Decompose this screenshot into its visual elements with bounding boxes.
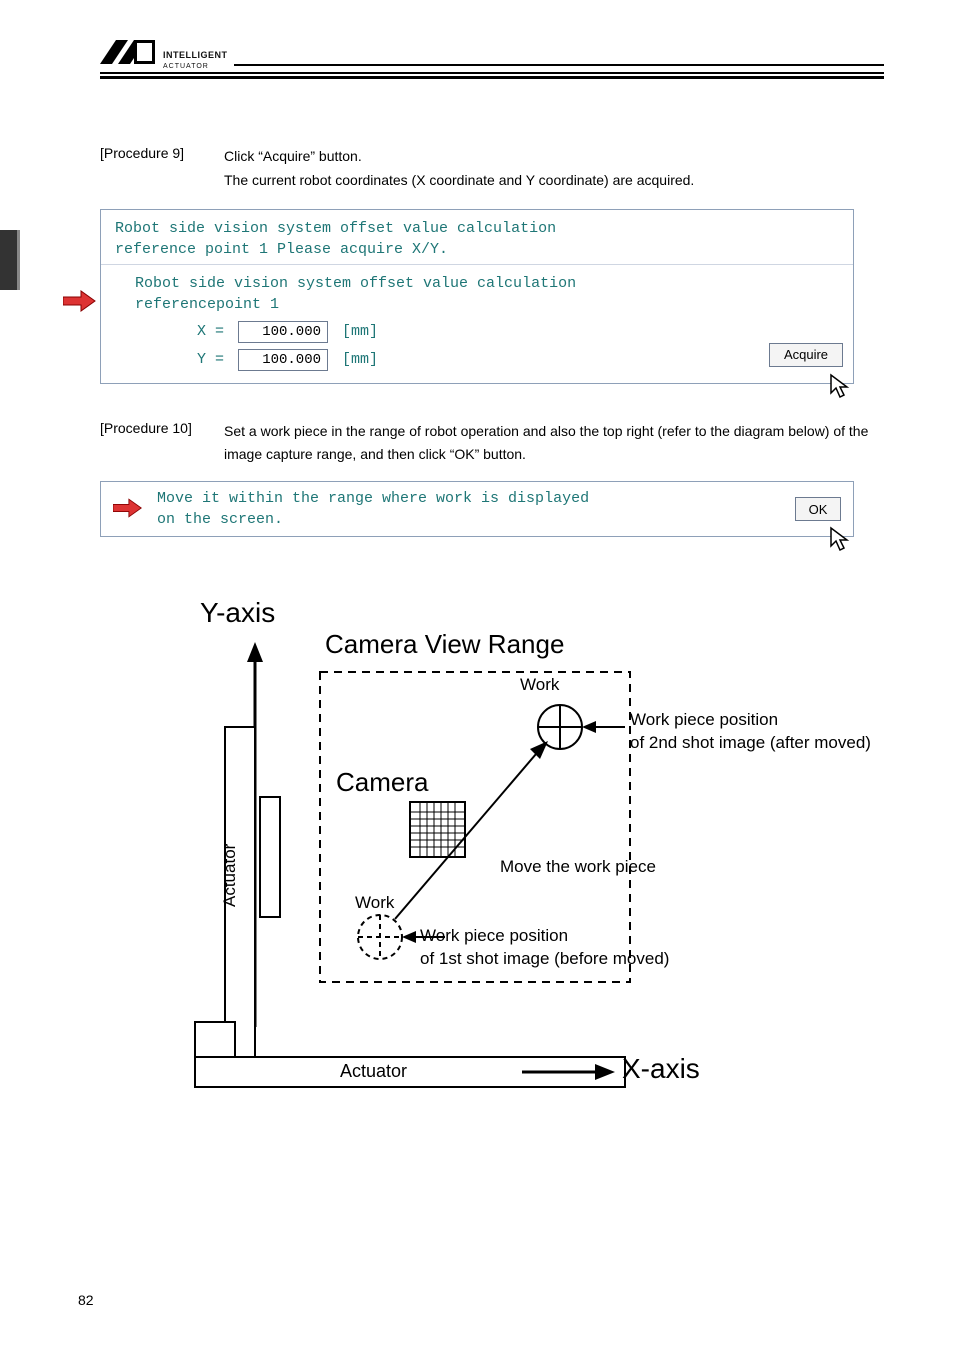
page-number: 82 (78, 1292, 94, 1308)
x-value-field[interactable]: 100.000 (238, 321, 328, 343)
actuator-h-label: Actuator (340, 1061, 407, 1082)
header-rule (100, 72, 884, 79)
work2-label: Work (520, 675, 559, 695)
pos1-line2: of 1st shot image (before moved) (420, 948, 669, 971)
pos1-line1: Work piece position (420, 925, 669, 948)
move-work-dialog: Move it within the range where work is d… (100, 481, 854, 537)
x-unit: [mm] (342, 323, 378, 340)
camera-label: Camera (336, 767, 428, 798)
logo-underline (234, 64, 885, 66)
offset-calculation-dialog: Robot side vision system offset value ca… (100, 209, 854, 384)
cursor-icon (827, 526, 855, 554)
cursor-icon (827, 373, 855, 401)
acquire-button[interactable]: Acquire (769, 343, 843, 367)
pos2-line2: of 2nd shot image (after moved) (630, 732, 871, 755)
y-label: Y = (197, 351, 224, 368)
dialog1-title-line2: reference point 1 Please acquire X/Y. (115, 239, 839, 260)
procedure-9-line1: Click “Acquire” button. (224, 145, 884, 169)
procedure-9: [Procedure 9] Click “Acquire” button. Th… (100, 145, 884, 193)
x-axis-label: X-axis (622, 1053, 700, 1085)
work1-label: Work (355, 893, 394, 913)
move-label: Move the work piece (500, 857, 656, 877)
procedure-10: [Procedure 10] Set a work piece in the r… (100, 420, 884, 468)
arrow-right-icon (113, 497, 143, 522)
x-label: X = (197, 323, 224, 340)
camera-view-diagram: Y-axis Camera View Range Work Work piece… (170, 597, 890, 1137)
procedure-10-text: Set a work piece in the range of robot o… (224, 420, 884, 468)
y-unit: [mm] (342, 351, 378, 368)
dialog1-title-line1: Robot side vision system offset value ca… (115, 218, 839, 239)
procedure-9-label: [Procedure 9] (100, 145, 210, 193)
dialog2-msg-line2: on the screen. (157, 509, 781, 530)
logo-glyph (100, 40, 155, 70)
side-tab (0, 230, 20, 290)
y-axis-label: Y-axis (200, 597, 275, 629)
camera-view-label: Camera View Range (325, 629, 564, 660)
dialog1-body-line1: Robot side vision system offset value ca… (135, 273, 839, 294)
arrow-right-icon (63, 289, 97, 313)
actuator-v-label: Actuator (220, 844, 240, 907)
pos2-line1: Work piece position (630, 709, 871, 732)
brand-logo: INTELLIGENT ACTUATOR (100, 40, 228, 70)
brand-name-bottom: ACTUATOR (163, 63, 228, 70)
dialog1-body-line2: referencepoint 1 (135, 294, 839, 315)
y-value-field[interactable]: 100.000 (238, 349, 328, 371)
dialog2-msg-line1: Move it within the range where work is d… (157, 488, 781, 509)
procedure-10-label: [Procedure 10] (100, 420, 210, 468)
ok-button[interactable]: OK (795, 497, 841, 521)
procedure-9-line2: The current robot coordinates (X coordin… (224, 169, 884, 193)
brand-name-top: INTELLIGENT (163, 51, 228, 63)
